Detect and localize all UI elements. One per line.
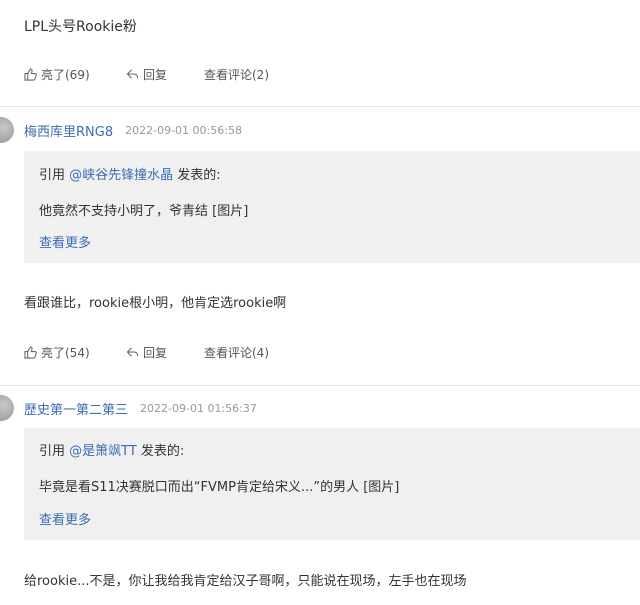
reply-arrow-icon <box>126 346 139 357</box>
like-count: 亮了(69) <box>41 67 90 82</box>
quote-block: 引用 @是箫飒TT 发表的: 毕竟是看S11决赛脱口而出“FVMP肯定给宋义..… <box>24 428 640 540</box>
author-name[interactable]: 歷史第一第二第三 <box>24 399 128 418</box>
avatar[interactable] <box>0 117 14 143</box>
like-button[interactable]: 亮了(69) <box>24 66 126 83</box>
author-name[interactable]: 梅西库里RNG8 <box>24 121 113 140</box>
post-header: 梅西库里RNG8 2022-09-01 00:56:58 <box>0 117 242 143</box>
like-button[interactable]: 亮了(54) <box>24 344 126 361</box>
view-comments-link[interactable]: 查看评论(4) <box>204 344 269 361</box>
quote-block: 引用 @峡谷先锋撞水晶 发表的: 他竟然不支持小明了，爷青结 [图片] 查看更多 <box>24 151 640 263</box>
quote-prefix: 引用 <box>39 444 70 459</box>
reply-arrow-icon <box>126 68 139 79</box>
post-time: 2022-09-01 01:56:37 <box>140 401 257 415</box>
quoted-user-link[interactable]: @是箫飒TT <box>69 444 137 459</box>
post-time: 2022-09-01 00:56:58 <box>125 123 242 137</box>
reply-button[interactable]: 回复 <box>126 344 204 361</box>
see-more-link[interactable]: 查看更多 <box>39 232 91 251</box>
post-header: 歷史第一第二第三 2022-09-01 01:56:37 <box>0 395 257 421</box>
view-comments-label: 查看评论(4) <box>204 345 269 360</box>
quote-suffix: 发表的: <box>136 444 185 459</box>
comment-actions: 亮了(69) 回复 查看评论(2) <box>24 64 269 84</box>
reply-label: 回复 <box>143 67 168 82</box>
thumb-up-icon <box>24 67 37 81</box>
comment-text: 看跟谁比，rookie根小明，他肯定选rookie啊 <box>24 296 287 311</box>
reply-button[interactable]: 回复 <box>126 66 204 83</box>
see-more-link[interactable]: 查看更多 <box>39 509 91 528</box>
divider <box>0 385 640 386</box>
quoted-user-link[interactable]: @峡谷先锋撞水晶 <box>69 168 173 183</box>
view-comments-link[interactable]: 查看评论(2) <box>204 66 269 83</box>
quote-header: 引用 @峡谷先锋撞水晶 发表的: <box>39 164 221 183</box>
quote-suffix: 发表的: <box>173 168 221 183</box>
comment-actions: 亮了(54) 回复 查看评论(4) <box>24 342 269 362</box>
comment-text: LPL头号Rookie粉 <box>24 19 137 35</box>
like-count: 亮了(54) <box>41 345 90 360</box>
quote-prefix: 引用 <box>39 168 70 183</box>
view-comments-label: 查看评论(2) <box>204 67 269 82</box>
quote-header: 引用 @是箫飒TT 发表的: <box>39 440 184 459</box>
divider <box>0 106 640 107</box>
comment-text: 给rookie...不是，你让我给我肯定给汉子哥啊，只能说在现场，左手也在现场 <box>24 574 467 589</box>
quote-content: 他竟然不支持小明了，爷青结 [图片] <box>39 204 249 219</box>
avatar[interactable] <box>0 395 14 421</box>
reply-label: 回复 <box>143 345 168 360</box>
quote-content: 毕竟是看S11决赛脱口而出“FVMP肯定给宋义...”的男人 [图片] <box>39 480 400 495</box>
thumb-up-icon <box>24 345 37 359</box>
